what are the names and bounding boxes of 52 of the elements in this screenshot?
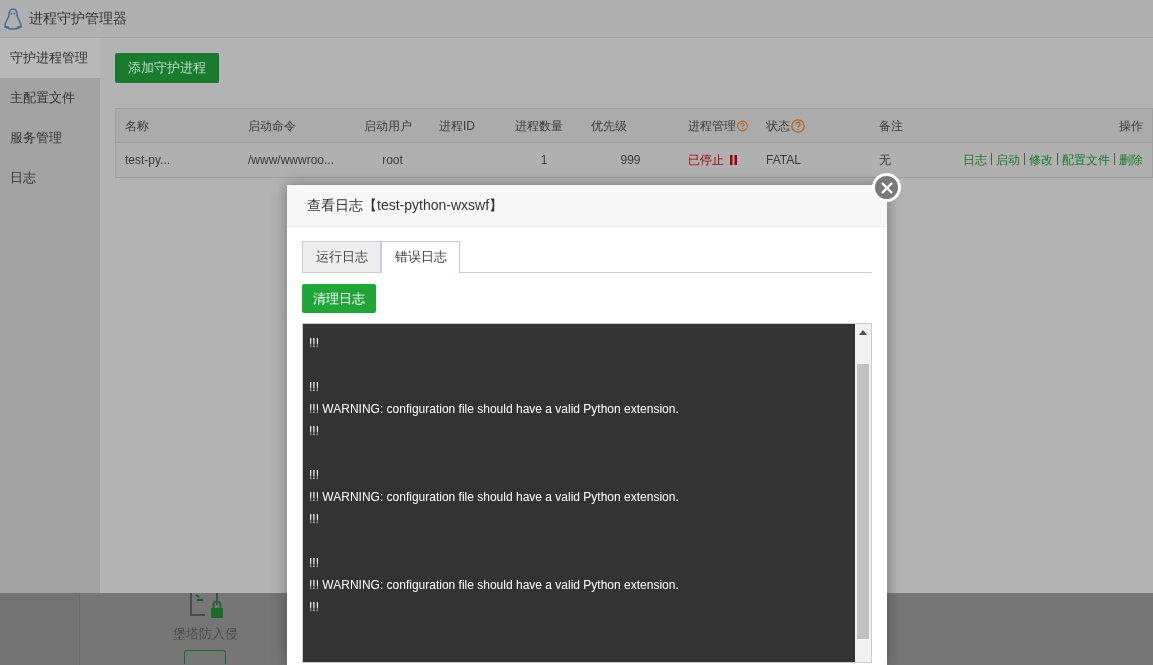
sidebar-item[interactable]: 主配置文件	[0, 78, 100, 118]
tab[interactable]: 运行日志	[302, 241, 381, 273]
app-title: 进程守护管理器	[29, 9, 127, 28]
log-line: !!!	[309, 555, 320, 572]
log-line: !!!	[309, 599, 320, 616]
log-line: !!! WARNING: configuration file should have a valid Python extension.	[309, 577, 680, 594]
log-line: !!!	[309, 379, 320, 396]
log-line: !!!	[309, 335, 320, 352]
log-line: !!!	[309, 511, 320, 528]
column-header: 启动命令	[248, 117, 296, 135]
question-circle-icon[interactable]	[791, 118, 805, 133]
penguin-icon	[3, 7, 23, 30]
sidebar-item[interactable]: 守护进程管理	[0, 38, 100, 78]
column-header: 备注	[879, 117, 903, 135]
table-cell-text: 1	[540, 152, 548, 169]
dialog-title: 查看日志【test-python-wxswf】	[287, 185, 887, 227]
log-line: !!!	[309, 467, 320, 484]
column-header: 进程数量	[515, 117, 563, 135]
column-header: 启动用户	[364, 117, 412, 135]
table-cell-text: 无	[879, 152, 891, 169]
table-cell-text: test-py...	[125, 152, 171, 169]
scroll-up-icon[interactable]	[859, 330, 867, 335]
table-cell-text: root	[382, 152, 403, 169]
log-line: !!! WARNING: configuration file should have a valid Python extension.	[309, 401, 680, 418]
log-line: !!! WARNING: configuration file should have a valid Python extension.	[309, 489, 680, 506]
process-state: 已停止	[688, 152, 724, 169]
add-process-button[interactable]: 添加守护进程	[115, 53, 219, 83]
column-header: 状态	[766, 117, 790, 135]
action-link[interactable]: 配置文件	[1062, 153, 1110, 167]
action-link[interactable]: 修改	[1029, 153, 1053, 167]
column-header: 进程管理	[688, 117, 736, 135]
table-cell-text: FATAL	[766, 152, 801, 169]
pause-icon[interactable]	[729, 155, 738, 165]
tab[interactable]: 错误日志	[381, 241, 460, 274]
question-circle-icon[interactable]	[737, 118, 748, 133]
table-cell-text: 999	[620, 152, 641, 169]
log-line: !!!	[309, 423, 320, 440]
action-link[interactable]: 删除	[1119, 153, 1143, 167]
action-link[interactable]: 日志	[963, 153, 987, 167]
column-header: 优先级	[591, 117, 627, 135]
clear-log-button[interactable]: 清理日志	[302, 284, 376, 313]
close-icon	[880, 181, 893, 194]
action-link[interactable]: 启动	[996, 153, 1020, 167]
column-header: 进程ID	[439, 117, 475, 135]
column-header: 操作	[1119, 117, 1143, 135]
table-cell-text: /www/wwwroo...	[248, 152, 334, 169]
scrollbar[interactable]	[855, 324, 871, 662]
sidebar-item[interactable]: 日志	[0, 158, 100, 198]
scroll-thumb[interactable]	[857, 364, 869, 639]
sidebar-item[interactable]: 服务管理	[0, 118, 100, 158]
buy-button[interactable]	[184, 649, 226, 664]
column-header: 名称	[125, 117, 149, 135]
